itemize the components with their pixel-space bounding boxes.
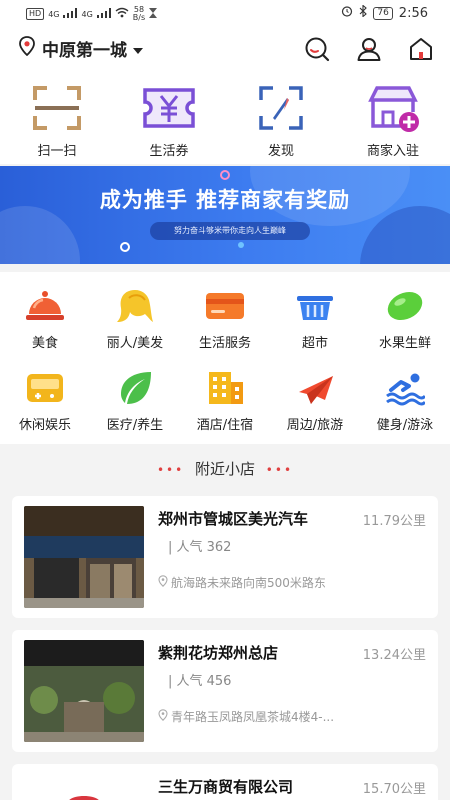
category-beauty[interactable]: 丽人/美发	[90, 288, 180, 351]
shop-card[interactable]: 紫荆花坊郑州总店 13.24公里 | 人气 456 青年路玉凤路凤凰茶城4楼4-…	[12, 630, 438, 752]
category-grid: 美食 丽人/美发 生活服务 超市 水果生鲜 休闲娱乐 医疗/养生 酒店/住宿 周…	[0, 272, 450, 444]
shop-popularity: | 人气 456	[168, 674, 232, 689]
lemon-icon	[385, 288, 425, 324]
category-label: 医疗/养生	[106, 418, 164, 433]
swim-icon	[385, 370, 427, 406]
category-label: 健身/游泳	[376, 418, 434, 433]
home-icon[interactable]	[408, 36, 434, 62]
shop-popularity: | 人气 362	[168, 540, 232, 555]
banner-decoration	[238, 242, 244, 248]
category-label: 水果生鲜	[378, 336, 431, 351]
shop-address: 青年路玉凤路凤凰茶城4楼4-...	[158, 708, 334, 725]
shop-card[interactable]: 三生万商贸有限公司 15.70公里	[12, 764, 438, 800]
status-bar: HD 4G 4G 58 B/s 76 2:56	[0, 0, 450, 26]
category-label: 生活服务	[198, 336, 251, 351]
net-speed: 58 B/s	[133, 6, 145, 22]
title-decoration: •••	[265, 463, 294, 477]
quick-actions: 扫一扫 生活券 发现 商家入驻	[0, 72, 450, 164]
location-pin-icon	[18, 36, 36, 61]
banner-decoration	[220, 170, 230, 180]
shop-card[interactable]: 郑州市管城区美光汽车 11.79公里 | 人气 362 航海路未来路向南500米…	[12, 496, 438, 618]
quick-action-discover[interactable]: 发现	[236, 82, 326, 159]
chevron-down-icon	[133, 39, 143, 59]
signal-icon	[63, 7, 78, 21]
net-speed-unit: B/s	[132, 13, 146, 22]
bluetooth-icon	[359, 4, 368, 21]
airplane-icon	[295, 370, 335, 406]
category-life-service[interactable]: 生活服务	[180, 288, 270, 351]
compass-icon	[251, 82, 311, 134]
category-fitness[interactable]: 健身/游泳	[360, 370, 450, 433]
category-medical[interactable]: 医疗/养生	[90, 370, 180, 433]
location-pin-icon	[158, 575, 168, 590]
quick-action-label: 扫一扫	[37, 144, 77, 159]
shop-distance: 11.79公里	[362, 514, 426, 529]
wifi-icon	[115, 7, 129, 21]
category-label: 美食	[31, 336, 58, 351]
battery-indicator: 76	[373, 6, 393, 20]
nearby-title-text: 附近小店	[194, 460, 255, 478]
category-hotel[interactable]: 酒店/住宿	[180, 370, 270, 433]
building-icon	[205, 370, 245, 406]
shop-thumbnail	[24, 640, 144, 742]
promo-banner[interactable]: 成为推手 推荐商家有奖励 努力奋斗够米带你走向人生巅峰	[0, 166, 450, 264]
card-icon	[205, 288, 245, 324]
shop-address-text: 航海路未来路向南500米路东	[171, 576, 326, 590]
clock-time: 2:56	[398, 5, 428, 21]
hourglass-icon	[149, 7, 158, 21]
banner-title: 成为推手 推荐商家有奖励	[99, 188, 351, 212]
hair-icon	[115, 288, 155, 324]
scan-icon	[27, 82, 87, 134]
category-label: 酒店/住宿	[196, 418, 254, 433]
category-label: 超市	[301, 336, 328, 351]
user-icon[interactable]	[356, 36, 382, 62]
shop-name: 三生万商贸有限公司	[158, 778, 294, 796]
signal-label-2: 4G	[81, 9, 93, 19]
category-fruit[interactable]: 水果生鲜	[360, 288, 450, 351]
quick-action-label: 发现	[267, 144, 294, 159]
city-name: 中原第一城	[42, 41, 127, 61]
shop-address: 航海路未来路向南500米路东	[158, 574, 326, 591]
shop-distance: 13.24公里	[362, 648, 426, 663]
shop-name: 紫荆花坊郑州总店	[158, 644, 279, 662]
category-label: 休闲娱乐	[18, 418, 71, 433]
shop-address-text: 青年路玉凤路凤凰茶城4楼4-...	[171, 710, 335, 724]
shop-name: 郑州市管城区美光汽车	[158, 510, 309, 528]
banner-decoration	[0, 206, 80, 264]
shop-thumbnail	[24, 774, 144, 800]
search-icon[interactable]	[304, 36, 330, 62]
category-food[interactable]: 美食	[0, 288, 90, 351]
food-cloche-icon	[25, 288, 65, 324]
shop-thumbnail	[24, 506, 144, 608]
category-label: 丽人/美发	[106, 336, 164, 351]
category-label: 周边/旅游	[286, 418, 344, 433]
quick-action-merchant-join[interactable]: 商家入驻	[348, 82, 438, 159]
basket-icon	[295, 288, 335, 324]
location-pin-icon	[158, 709, 168, 724]
gamepad-icon	[25, 370, 65, 406]
shop-distance: 15.70公里	[362, 782, 426, 797]
title-decoration: •••	[156, 463, 185, 477]
category-leisure[interactable]: 休闲娱乐	[0, 370, 90, 433]
nearby-section-title: ••• 附近小店 •••	[0, 458, 450, 479]
signal-label-1: 4G	[48, 9, 60, 19]
quick-action-label: 商家入驻	[366, 144, 419, 159]
category-travel[interactable]: 周边/旅游	[270, 370, 360, 433]
alarm-icon	[341, 5, 353, 21]
banner-decoration	[120, 242, 130, 252]
hd-badge: HD	[26, 8, 45, 20]
shop-join-icon	[363, 82, 423, 134]
category-supermarket[interactable]: 超市	[270, 288, 360, 351]
leaf-icon	[115, 370, 155, 406]
banner-subtitle: 努力奋斗够米带你走向人生巅峰	[150, 222, 310, 240]
quick-action-label: 生活券	[149, 144, 189, 159]
quick-action-scan[interactable]: 扫一扫	[12, 82, 102, 159]
top-bar: 中原第一城	[0, 26, 450, 72]
ticket-icon	[139, 82, 199, 134]
city-selector[interactable]: 中原第一城	[18, 36, 143, 61]
quick-action-coupon[interactable]: 生活券	[124, 82, 214, 159]
signal-icon	[96, 7, 111, 21]
